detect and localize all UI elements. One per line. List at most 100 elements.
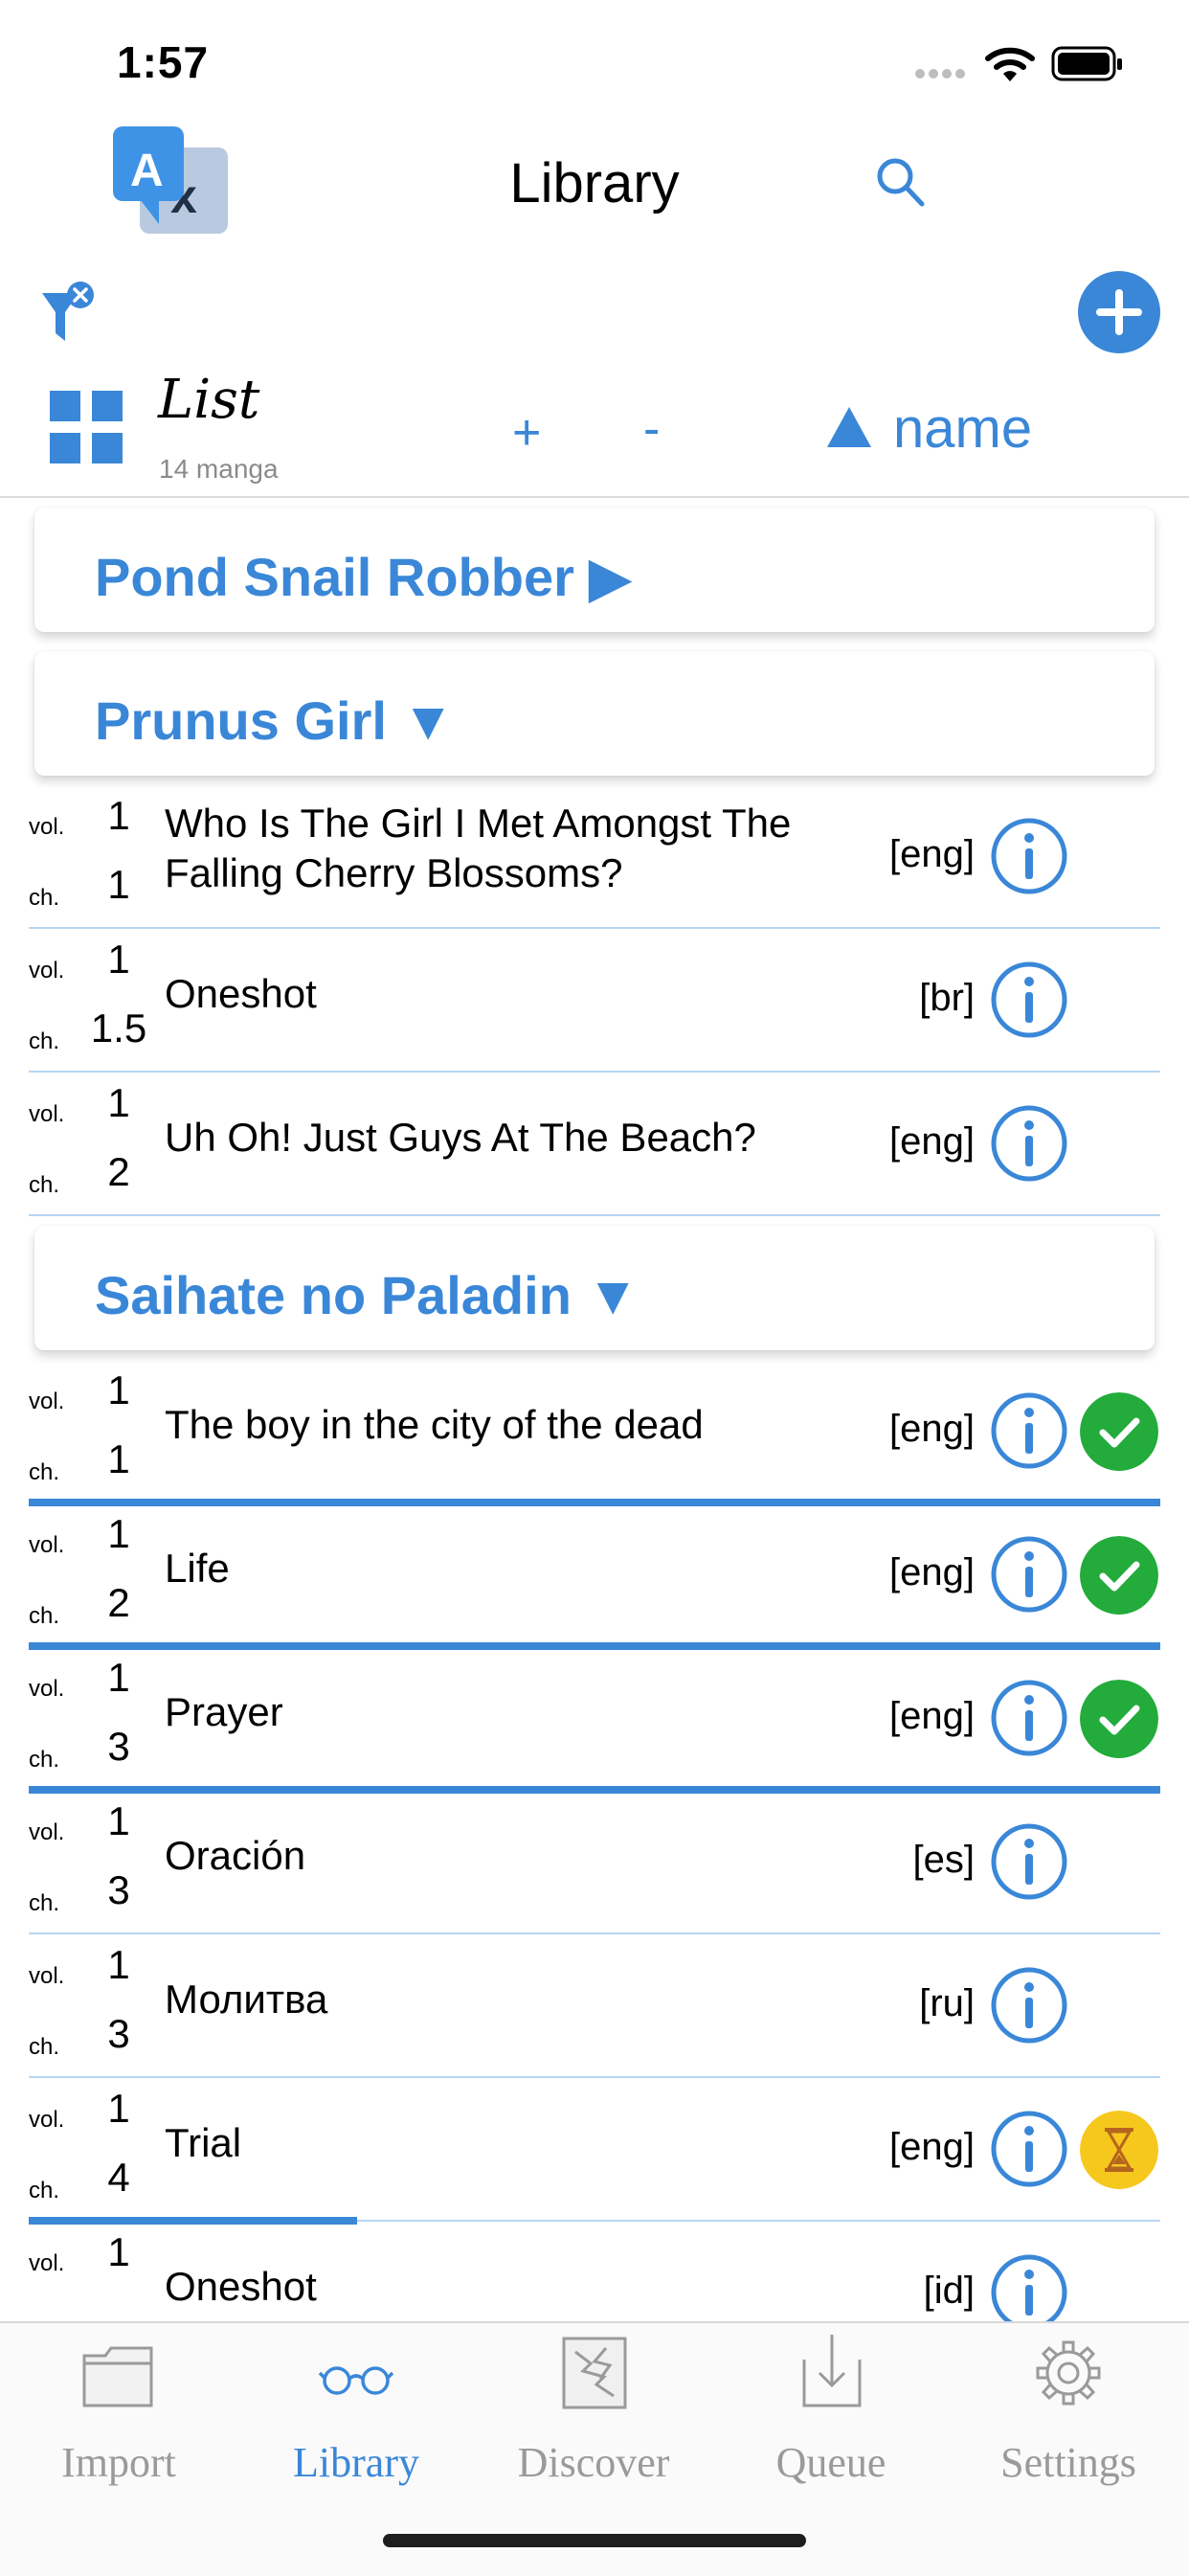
view-mode-label: List bbox=[158, 369, 260, 431]
info-icon[interactable] bbox=[990, 1679, 1068, 1757]
vol-label: vol. bbox=[29, 814, 65, 840]
chapter-row[interactable]: vol. 1 ch. 3 Prayer [eng] bbox=[0, 1647, 1189, 1794]
info-icon[interactable] bbox=[990, 1104, 1068, 1183]
sort-ascending-icon[interactable] bbox=[825, 405, 873, 449]
battery-icon bbox=[1051, 46, 1122, 81]
vol-label: vol. bbox=[29, 1963, 65, 1989]
chapter-title: Uh Oh! Just Guys At The Beach? bbox=[165, 1115, 756, 1160]
ch-number: 3 bbox=[107, 2011, 130, 2056]
chapter-title: Oneshot bbox=[165, 2264, 317, 2309]
ch-label: ch. bbox=[29, 1747, 60, 1773]
manga-group-header[interactable]: Saihate no Paladin ▼ bbox=[34, 1226, 1155, 1350]
tab-discover[interactable]: Discover bbox=[475, 2438, 712, 2487]
tab-library[interactable]: Library bbox=[237, 2438, 475, 2487]
tab-queue[interactable]: Queue bbox=[712, 2438, 950, 2487]
ch-number: 3 bbox=[107, 1724, 130, 1769]
vol-label: vol. bbox=[29, 2250, 65, 2276]
chapter-title: Life bbox=[165, 1546, 230, 1591]
manga-group-header[interactable]: Prunus Girl ▼ bbox=[34, 651, 1155, 776]
manga-group-header[interactable]: Pond Snail Robber ▶ bbox=[34, 508, 1155, 632]
chapter-language: [eng] bbox=[889, 833, 975, 875]
info-icon[interactable] bbox=[990, 2110, 1068, 2188]
chapter-title: Trial bbox=[165, 2120, 242, 2165]
info-icon[interactable] bbox=[990, 1822, 1068, 1901]
ch-number: 2 bbox=[107, 1580, 130, 1625]
chapter-title: Prayer bbox=[165, 1689, 283, 1734]
ch-label: ch. bbox=[29, 1028, 60, 1054]
ch-number: 4 bbox=[107, 2155, 130, 2200]
ch-label: ch. bbox=[29, 2034, 60, 2060]
ch-number: 2 bbox=[107, 1149, 130, 1194]
status-time: 1:57 bbox=[117, 37, 210, 87]
chapter-row[interactable]: vol. 1 ch. 1.5 Oneshot [br] bbox=[0, 929, 1189, 1073]
ch-number: 1 bbox=[107, 1436, 130, 1481]
zoom-in-button[interactable]: + bbox=[512, 404, 541, 462]
manga-count: 14 manga bbox=[159, 454, 279, 484]
chapter-row[interactable]: vol. 1 ch. 4 Trial [eng] bbox=[0, 2078, 1189, 2225]
chapter-title: Who Is The Girl I Met Amongst The Fallin… bbox=[165, 801, 792, 895]
vol-number: 1 bbox=[107, 1367, 130, 1412]
chapter-title: The boy in the city of the dead bbox=[165, 1402, 704, 1447]
vol-label: vol. bbox=[29, 1532, 65, 1558]
expanded-arrow-icon: ▼ bbox=[586, 1265, 639, 1325]
info-icon[interactable] bbox=[990, 960, 1068, 1039]
ch-label: ch. bbox=[29, 1603, 60, 1629]
group-title: Prunus Girl bbox=[95, 690, 387, 751]
info-icon[interactable] bbox=[990, 2253, 1068, 2332]
chapter-title: Молитва bbox=[165, 1977, 328, 2022]
chapter-language: [eng] bbox=[889, 1695, 975, 1737]
ch-number: 1 bbox=[107, 862, 130, 907]
tab-settings[interactable]: Settings bbox=[950, 2438, 1187, 2487]
chapter-row[interactable]: vol. 1 ch. 3 Молитва [ru] bbox=[0, 1934, 1189, 2078]
gear-icon bbox=[1036, 2340, 1101, 2406]
vol-number: 1 bbox=[107, 2086, 130, 2131]
vol-label: vol. bbox=[29, 2107, 65, 2133]
vol-label: vol. bbox=[29, 1819, 65, 1845]
vol-number: 1 bbox=[107, 1655, 130, 1700]
sort-button[interactable]: name bbox=[893, 396, 1032, 461]
vol-number: 1 bbox=[107, 1942, 130, 1987]
chapter-language: [eng] bbox=[889, 1551, 975, 1593]
chapter-title: Oración bbox=[165, 1833, 306, 1878]
download-tray-icon bbox=[802, 2335, 862, 2407]
vol-number: 1 bbox=[107, 937, 130, 982]
grid-view-icon[interactable] bbox=[50, 391, 123, 463]
ch-label: ch. bbox=[29, 2178, 60, 2203]
collapsed-arrow-icon: ▶ bbox=[589, 547, 631, 607]
chapter-row[interactable]: vol. 1 ch. 1 Who Is The Girl I Met Among… bbox=[0, 785, 1189, 929]
ch-number: 1.5 bbox=[90, 1006, 147, 1051]
downloading-hourglass-icon bbox=[1080, 2111, 1158, 2189]
wifi-icon bbox=[985, 47, 1035, 81]
divider bbox=[0, 496, 1189, 498]
group-title: Pond Snail Robber bbox=[95, 547, 574, 607]
clear-filter-icon[interactable] bbox=[38, 278, 100, 347]
folder-icon bbox=[82, 2346, 153, 2407]
add-button[interactable] bbox=[1078, 271, 1160, 353]
info-icon[interactable] bbox=[990, 1535, 1068, 1614]
chapter-row[interactable]: vol. 1 ch. 2 Uh Oh! Just Guys At The Bea… bbox=[0, 1073, 1189, 1216]
ch-label: ch. bbox=[29, 1890, 60, 1916]
read-checkmark-icon bbox=[1080, 1536, 1158, 1615]
chapter-row[interactable]: vol. 1 ch. 3 Oración [es] bbox=[0, 1791, 1189, 1934]
chapter-row[interactable]: vol. 1 ch. 2 Life [eng] bbox=[0, 1503, 1189, 1650]
tab-import[interactable]: Import bbox=[0, 2438, 237, 2487]
search-icon[interactable] bbox=[874, 155, 926, 209]
chapter-language: [id] bbox=[923, 2270, 975, 2312]
discover-icon bbox=[562, 2337, 627, 2409]
vol-label: vol. bbox=[29, 1389, 65, 1414]
chapter-language: [eng] bbox=[889, 1408, 975, 1450]
chapter-title: Oneshot bbox=[165, 971, 317, 1016]
chapter-row[interactable]: vol. 1 ch. 1 The boy in the city of the … bbox=[0, 1360, 1189, 1506]
info-icon[interactable] bbox=[990, 1966, 1068, 2045]
zoom-out-button[interactable]: - bbox=[643, 400, 660, 458]
chapter-language: [es] bbox=[912, 1839, 975, 1881]
info-icon[interactable] bbox=[990, 817, 1068, 895]
vol-label: vol. bbox=[29, 1101, 65, 1127]
ch-label: ch. bbox=[29, 885, 60, 911]
vol-number: 1 bbox=[107, 2229, 130, 2274]
cellular-signal-icon bbox=[915, 69, 965, 79]
home-indicator bbox=[383, 2534, 806, 2547]
info-icon[interactable] bbox=[990, 1391, 1068, 1470]
group-title: Saihate no Paladin bbox=[95, 1265, 572, 1325]
chapter-language: [ru] bbox=[919, 1982, 975, 2024]
